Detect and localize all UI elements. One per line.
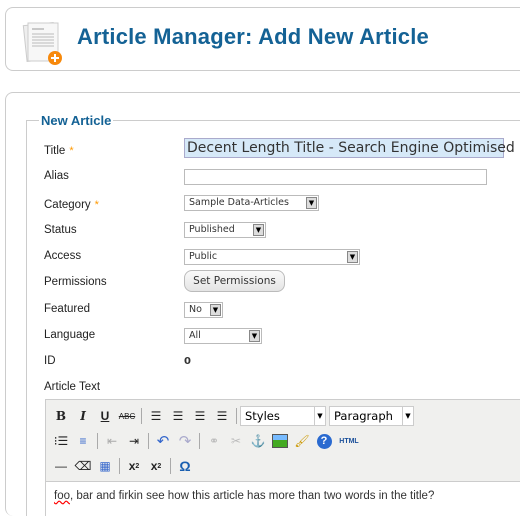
editor-content[interactable]: foo, bar and firkin see how this article… (46, 482, 520, 510)
featured-label: Featured (44, 303, 91, 315)
image-icon[interactable] (269, 431, 291, 451)
chevron-down-icon: ▼ (347, 251, 358, 263)
access-select[interactable]: Public ▼ (184, 249, 360, 265)
align-left-icon[interactable]: ☰ (145, 406, 167, 426)
special-char-omega-icon[interactable]: Ω (174, 456, 196, 476)
bullet-list-icon[interactable]: ⁝☰ (50, 431, 72, 451)
strikethrough-icon[interactable]: ABC (116, 406, 138, 426)
outdent-icon[interactable]: ⇤ (101, 431, 123, 451)
id-label: ID (44, 355, 56, 367)
language-select[interactable]: All ▼ (184, 328, 262, 344)
anchor-icon[interactable]: ⚓ (247, 431, 269, 451)
title-input[interactable]: Decent Length Title - Search Engine Opti… (184, 138, 515, 158)
chevron-down-icon: ▼ (249, 330, 260, 342)
unlink-icon[interactable]: ✂ (225, 431, 247, 451)
permissions-label: Permissions (44, 276, 107, 288)
align-center-icon[interactable]: ☰ (167, 406, 189, 426)
rich-text-editor: B I U ABC ☰ ☰ ☰ ☰ Styles ▼ Paragraph ▼ ⁝☰ … (45, 399, 520, 516)
eraser-icon[interactable]: ⌫ (72, 456, 94, 476)
redo-icon[interactable]: ↷ (174, 431, 196, 451)
bold-icon[interactable]: B (50, 406, 72, 426)
italic-icon[interactable]: I (72, 406, 94, 426)
access-label: Access (44, 250, 82, 262)
styles-dropdown[interactable]: Styles ▼ (240, 406, 326, 426)
page-title: Article Manager: Add New Article (77, 24, 429, 49)
id-value: 0 (184, 356, 191, 367)
status-select[interactable]: Published ▼ (184, 222, 266, 238)
format-dropdown[interactable]: Paragraph ▼ (329, 406, 414, 426)
article-add-icon (22, 21, 62, 65)
set-permissions-button[interactable]: Set Permissions (184, 270, 285, 292)
underline-icon[interactable]: U (94, 406, 116, 426)
alias-input[interactable] (184, 169, 487, 185)
language-label: Language (44, 329, 96, 341)
fieldset-legend: New Article (41, 113, 112, 128)
article-text-label: Article Text (44, 381, 101, 393)
undo-icon[interactable]: ↶ (152, 431, 174, 451)
indent-icon[interactable]: ⇥ (123, 431, 145, 451)
editor-toolbar: B I U ABC ☰ ☰ ☰ ☰ Styles ▼ Paragraph ▼ ⁝☰ … (46, 400, 520, 482)
align-justify-icon[interactable]: ☰ (211, 406, 233, 426)
featured-select[interactable]: No ▼ (184, 302, 223, 318)
numbered-list-icon[interactable]: ≡ (72, 431, 94, 451)
chevron-down-icon: ▼ (253, 224, 264, 236)
category-label: Category * (44, 199, 99, 211)
subscript-icon[interactable]: x2 (123, 456, 145, 476)
html-icon[interactable]: HTML (335, 431, 363, 451)
status-label: Status (44, 224, 77, 236)
alias-label: Alias (44, 170, 69, 182)
align-right-icon[interactable]: ☰ (189, 406, 211, 426)
title-label: Title * (44, 145, 74, 157)
horizontal-rule-icon[interactable]: — (50, 456, 72, 476)
table-icon[interactable]: ▦ (94, 456, 116, 476)
cleanup-brush-icon[interactable]: 🖌 (291, 431, 313, 451)
category-select[interactable]: Sample Data-Articles ▼ (184, 195, 319, 211)
help-icon[interactable]: ? (313, 431, 335, 451)
superscript-icon[interactable]: x2 (145, 456, 167, 476)
chevron-down-icon: ▼ (306, 197, 317, 209)
link-icon[interactable]: ⚭ (203, 431, 225, 451)
chevron-down-icon: ▼ (210, 304, 221, 316)
